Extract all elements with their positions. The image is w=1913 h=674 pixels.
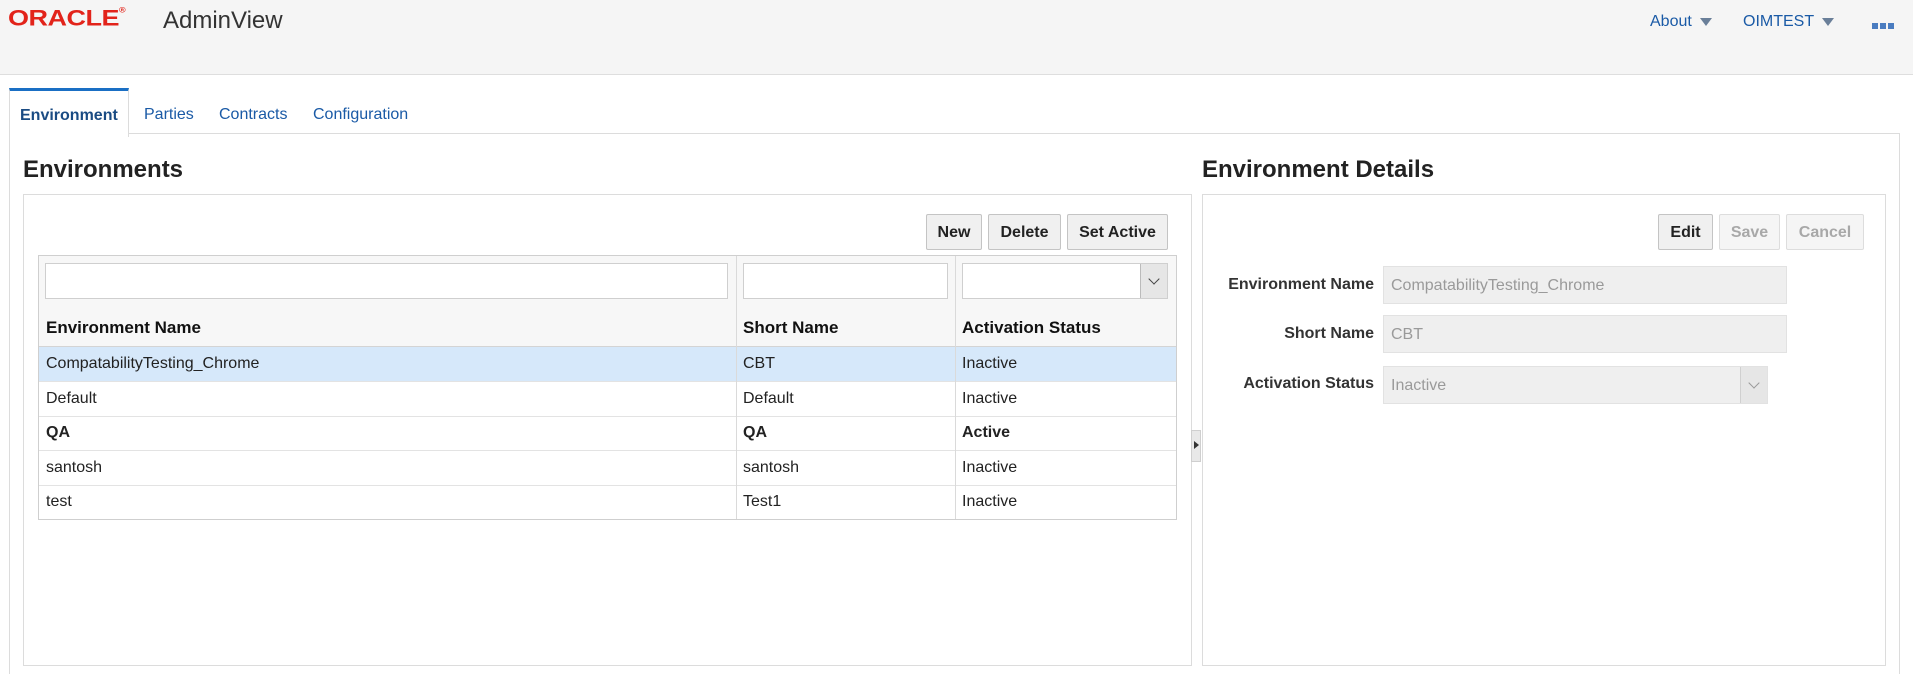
environment-details-box (1202, 194, 1886, 666)
activation-status-select[interactable]: Inactive (1383, 366, 1768, 404)
table-row[interactable]: CompatabilityTesting_Chrome CBT Inactive (39, 347, 1176, 382)
cell-environment-name: Default (46, 390, 97, 407)
cell-activation-status: Inactive (962, 493, 1018, 510)
more-options-icon[interactable] (1872, 23, 1896, 31)
caret-down-icon (1822, 18, 1835, 26)
environment-name-label: Environment Name (1228, 276, 1374, 293)
cell-environment-name: CompatabilityTesting_Chrome (46, 355, 260, 372)
environments-title: Environments (23, 156, 184, 183)
environment-name-field[interactable]: CompatabilityTesting_Chrome (1383, 266, 1787, 304)
cell-environment-name: santosh (46, 459, 103, 476)
app-header: ORACLE® AdminView About OIMTEST (0, 0, 1913, 75)
chevron-down-icon (1148, 273, 1160, 285)
chevron-down-icon (1748, 377, 1760, 389)
short-name-field[interactable]: CBT (1383, 315, 1787, 353)
filter-environment-name-input[interactable] (45, 263, 728, 299)
tab-contracts[interactable]: Contracts (219, 88, 287, 133)
column-header-short-name[interactable]: Short Name (736, 309, 955, 346)
about-menu[interactable]: About (1650, 13, 1712, 31)
cell-short-name: Test1 (743, 493, 782, 510)
dropdown-button[interactable] (1740, 367, 1767, 403)
cancel-button[interactable]: Cancel (1786, 214, 1864, 250)
cell-activation-status: Inactive (962, 355, 1018, 372)
save-button[interactable]: Save (1719, 214, 1780, 250)
cell-short-name: Default (743, 390, 794, 407)
column-header-environment-name[interactable]: Environment Name (39, 309, 736, 346)
delete-button[interactable]: Delete (988, 214, 1061, 250)
table-row[interactable]: santosh santosh Inactive (39, 451, 1176, 486)
panel-splitter[interactable] (1191, 430, 1201, 462)
column-divider (955, 256, 956, 519)
tab-parties[interactable]: Parties (144, 88, 194, 133)
table-row[interactable]: Default Default Inactive (39, 382, 1176, 417)
cell-activation-status: Inactive (962, 390, 1018, 407)
environment-details-title: Environment Details (1202, 156, 1435, 183)
short-name-label: Short Name (1284, 325, 1374, 342)
app-title: AdminView (163, 7, 283, 34)
filter-status-select[interactable] (962, 263, 1168, 299)
arrow-right-icon (1194, 441, 1199, 449)
cell-short-name: CBT (743, 355, 775, 372)
set-active-button[interactable]: Set Active (1067, 214, 1168, 250)
cell-activation-status: Active (962, 424, 1011, 441)
environments-table: Environment Name Short Name Activation S… (38, 255, 1177, 520)
new-button[interactable]: New (926, 214, 982, 250)
activation-status-label: Activation Status (1243, 375, 1374, 392)
cell-environment-name: QA (46, 424, 70, 441)
tab-environment[interactable]: Environment (9, 88, 129, 137)
filter-row (39, 256, 1176, 310)
dropdown-button[interactable] (1140, 264, 1167, 298)
oracle-logo: ORACLE® (8, 6, 126, 31)
column-header-activation-status[interactable]: Activation Status (955, 309, 1176, 346)
about-menu-label: About (1650, 13, 1692, 30)
caret-down-icon (1699, 18, 1712, 26)
cell-activation-status: Inactive (962, 459, 1018, 476)
cell-short-name: QA (743, 424, 767, 441)
user-menu[interactable]: OIMTEST (1743, 13, 1835, 31)
table-row[interactable]: test Test1 Inactive (39, 485, 1176, 519)
cell-environment-name: test (46, 493, 72, 510)
table-header-row: Environment Name Short Name Activation S… (39, 309, 1176, 347)
edit-button[interactable]: Edit (1658, 214, 1713, 250)
column-divider (736, 256, 737, 519)
filter-short-name-input[interactable] (743, 263, 948, 299)
cell-short-name: santosh (743, 459, 800, 476)
tab-configuration[interactable]: Configuration (313, 88, 408, 133)
table-row[interactable]: QA QA Active (39, 416, 1176, 451)
activation-status-value: Inactive (1391, 377, 1447, 394)
user-menu-label: OIMTEST (1743, 13, 1815, 30)
